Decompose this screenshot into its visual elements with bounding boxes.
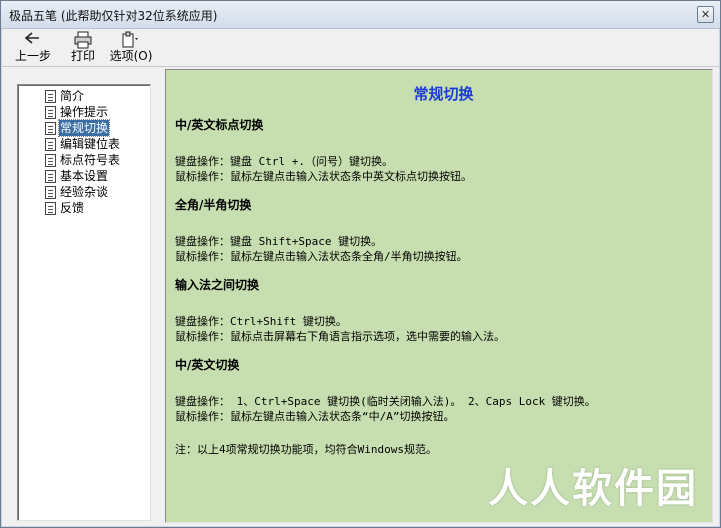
pane-splitter[interactable] (159, 67, 164, 526)
client-area: 简介 操作提示 常规切换 编辑键位表 标点符号表 基本设置 经验杂谈 反馈 常规切换 中/英文… (2, 67, 719, 526)
title-bar[interactable]: 极品五笔 (此帮助仅针对32位系统应用) ✕ (1, 1, 720, 29)
note-text: 注：以上4项常规切换功能项，均符合Windows规范。 (175, 443, 437, 456)
content-pane[interactable]: 常规切换 中/英文标点切换键盘操作：键盘 Ctrl +.（问号）键切换。鼠标操作… (165, 69, 713, 523)
nav-item-label: 操作提示 (60, 105, 109, 119)
window-title: 极品五笔 (此帮助仅针对32位系统应用) (9, 9, 218, 23)
page-icon (45, 153, 56, 167)
close-icon: ✕ (700, 8, 711, 21)
nav-item[interactable]: 反馈 (45, 200, 150, 216)
page-icon (45, 89, 56, 103)
page-icon (45, 185, 56, 199)
topics-list: 简介操作提示 常规切换 编辑键位表标点符号表基本设置经验杂谈反馈 (18, 85, 150, 216)
back-button[interactable]: 上一步 (14, 31, 52, 65)
nav-item[interactable]: 常规切换 (45, 119, 150, 137)
printer-icon (68, 31, 98, 49)
close-button[interactable]: ✕ (697, 6, 714, 23)
nav-item[interactable]: 经验杂谈 (45, 184, 150, 200)
page-icon (45, 169, 56, 183)
page-icon (45, 137, 56, 151)
watermark-logo: 人人软件园 (488, 466, 698, 512)
section-heading: 全角/半角切换 (175, 198, 252, 212)
nav-item-label: 简介 (60, 89, 85, 103)
nav-item[interactable]: 基本设置 (45, 168, 150, 184)
nav-item[interactable]: 标点符号表 (45, 152, 150, 168)
section-line: 鼠标操作：鼠标左键点击输入法状态条“中/A”切换按钮。 (175, 410, 455, 423)
nav-item-label: 反馈 (60, 201, 85, 215)
nav-item[interactable]: 操作提示 (45, 104, 150, 120)
nav-item-label: 常规切换 (57, 119, 111, 137)
section-line: 鼠标操作：鼠标点击屏幕右下角语言指示选项，选中需要的输入法。 (175, 330, 505, 343)
content-section: 输入法之间切换键盘操作：Ctrl+Shift 键切换。鼠标操作：鼠标点击屏幕右下… (175, 277, 712, 344)
print-label: 打印 (70, 49, 95, 63)
section-line: 键盘操作：键盘 Ctrl +.（问号）键切换。 (175, 155, 393, 168)
toolbar: 上一步 打印 选项(O) (2, 29, 719, 67)
section-line: 键盘操作：Ctrl+Shift 键切换。 (175, 315, 347, 328)
nav-item-label: 标点符号表 (60, 153, 121, 167)
section-line: 鼠标操作：鼠标左键点击输入法状态条中英文标点切换按钮。 (175, 170, 472, 183)
section-line: 键盘操作：键盘 Shift+Space 键切换。 (175, 235, 383, 248)
section-line: 鼠标操作：鼠标左键点击输入法状态条全角/半角切换按钮。 (175, 250, 468, 263)
options-button[interactable]: 选项(O) (109, 31, 153, 65)
options-icon (109, 31, 153, 49)
section-heading: 中/英文切换 (175, 358, 240, 372)
nav-item-label: 经验杂谈 (60, 185, 109, 199)
topics-tree[interactable]: 简介操作提示 常规切换 编辑键位表标点符号表基本设置经验杂谈反馈 (17, 84, 151, 521)
section-line: 键盘操作： 1、Ctrl+Space 键切换(临时关闭输入法)。 2、Caps … (175, 395, 596, 408)
page-title: 常规切换 (413, 85, 474, 103)
help-window: 极品五笔 (此帮助仅针对32位系统应用) ✕ 上一步 打印 选项(O) 简介 操… (0, 0, 721, 528)
page-icon (45, 201, 56, 215)
section-heading: 中/英文标点切换 (175, 118, 264, 132)
content-body: 常规切换 中/英文标点切换键盘操作：键盘 Ctrl +.（问号）键切换。鼠标操作… (166, 84, 712, 457)
print-button[interactable]: 打印 (68, 31, 98, 65)
back-label: 上一步 (14, 49, 51, 63)
nav-item-label: 基本设置 (60, 169, 109, 183)
nav-item[interactable]: 简介 (45, 88, 150, 104)
page-icon (45, 121, 56, 135)
nav-item-label: 编辑键位表 (60, 137, 121, 151)
content-section: 中/英文切换键盘操作： 1、Ctrl+Space 键切换(临时关闭输入法)。 2… (175, 357, 712, 424)
nav-item[interactable]: 编辑键位表 (45, 136, 150, 152)
back-arrow-icon (14, 31, 52, 49)
content-section: 全角/半角切换键盘操作：键盘 Shift+Space 键切换。鼠标操作：鼠标左键… (175, 197, 712, 264)
page-icon (45, 105, 56, 119)
options-label: 选项(O) (109, 49, 153, 63)
content-section: 中/英文标点切换键盘操作：键盘 Ctrl +.（问号）键切换。鼠标操作：鼠标左键… (175, 117, 712, 184)
section-heading: 输入法之间切换 (175, 278, 260, 292)
